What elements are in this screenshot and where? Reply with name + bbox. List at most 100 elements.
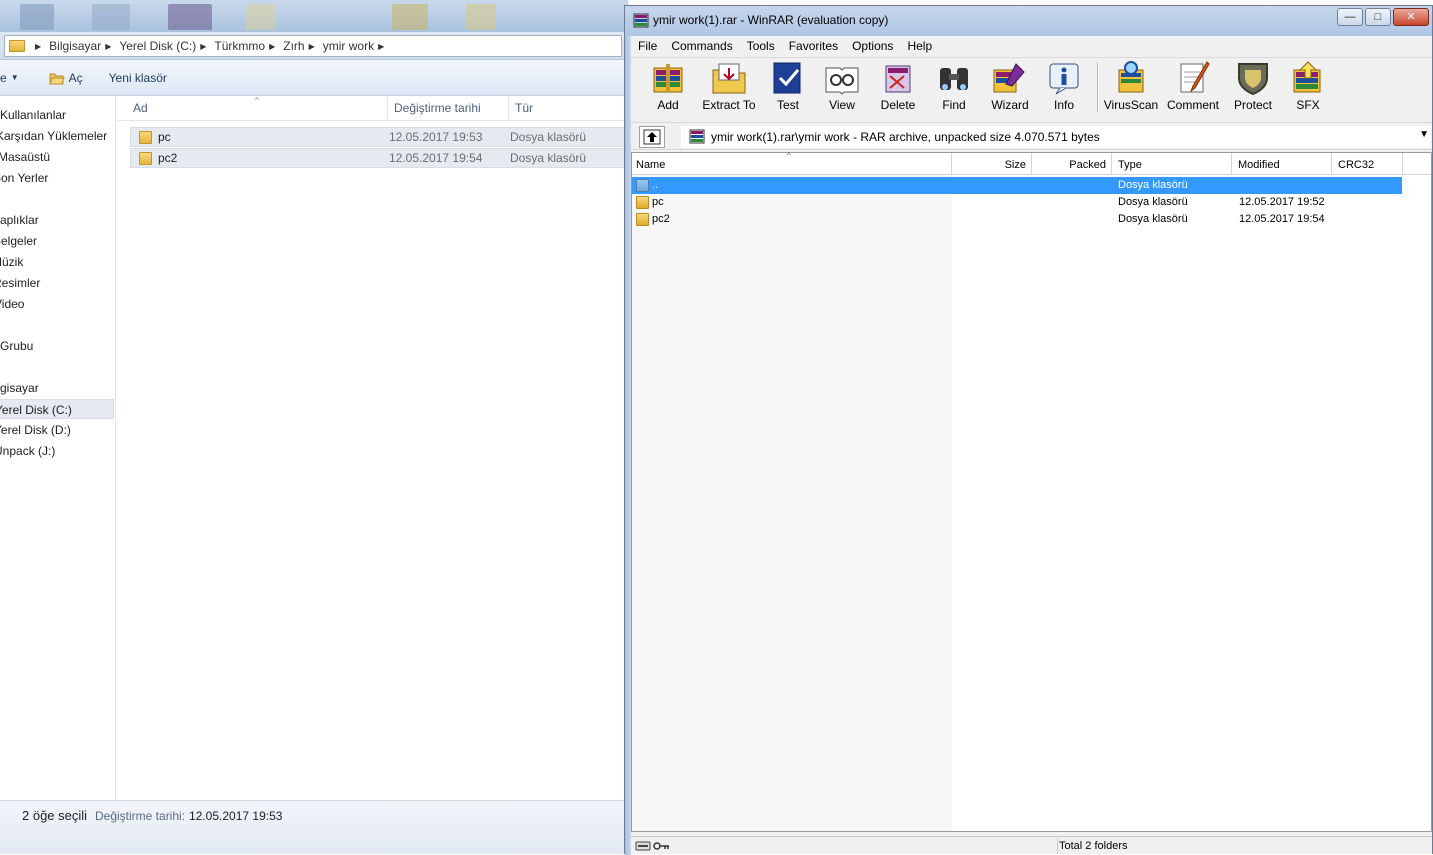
file-modified: 12.05.2017 19:53	[389, 130, 483, 144]
menu-commands[interactable]: Commands	[664, 39, 739, 53]
address-box[interactable]: ▶ Bilgisayar ▶ Yerel Disk (C:) ▶ Türkmmo ▶ …	[4, 35, 622, 57]
explorer-command-bar: e ▼ Aç Yeni klasör	[0, 60, 628, 96]
breadcrumb-item[interactable]: Türkmmo ▶	[214, 39, 283, 53]
rar-archive-icon	[689, 129, 705, 144]
archive-row-type: Dosya klasörü	[1118, 196, 1188, 208]
breadcrumb-item[interactable]: Yerel Disk (C:) ▶	[119, 39, 214, 53]
modified-value: 12.05.2017 19:53	[189, 809, 283, 823]
wizard-button[interactable]: Wizard	[985, 60, 1035, 116]
archive-row-parent[interactable]: .. Dosya klasörü	[632, 177, 1402, 194]
sfx-button[interactable]: SFX	[1287, 60, 1329, 116]
file-type: Dosya klasörü	[510, 151, 587, 165]
delete-icon	[885, 65, 911, 93]
protect-button[interactable]: Protect	[1229, 60, 1277, 116]
nav-item-documents[interactable]: Belgeler	[0, 231, 107, 251]
file-list: Ad ^ Değiştirme tarihi Tür pc 12.05.2017…	[117, 96, 628, 800]
comment-icon	[1180, 61, 1210, 93]
test-icon	[773, 62, 801, 94]
folder-icon	[139, 151, 152, 165]
breadcrumb-item[interactable]: Zırh ▶	[283, 39, 323, 53]
up-one-level-button[interactable]	[639, 126, 665, 148]
winrar-window: ymir work(1).rar - WinRAR (evaluation co…	[624, 5, 1433, 855]
file-type: Dosya klasörü	[510, 130, 587, 144]
menu-help[interactable]: Help	[900, 39, 939, 53]
archive-row-name: ..	[652, 179, 659, 191]
blurred-taskbar-icon	[466, 4, 496, 30]
extract-to-button[interactable]: Extract To	[699, 60, 759, 116]
archive-row-name: pc2	[652, 213, 670, 225]
archive-row[interactable]: pc2 Dosya klasörü 12.05.2017 19:54	[632, 211, 1402, 228]
chevron-right-icon[interactable]: ▶	[35, 42, 41, 51]
maximize-button[interactable]: □	[1365, 8, 1391, 26]
organize-button[interactable]: e ▼	[0, 71, 19, 85]
view-button[interactable]: View	[819, 60, 865, 116]
virusscan-button[interactable]: VirusScan	[1103, 60, 1159, 116]
open-button[interactable]: Aç	[48, 71, 83, 85]
archive-path-field[interactable]: ymir work(1).rar\ymir work - RAR archive…	[681, 126, 1431, 148]
nav-item-homegroup[interactable]: Grubu	[0, 336, 114, 356]
nav-item-local-disk-d[interactable]: Yerel Disk (D:)	[0, 420, 108, 440]
menu-options[interactable]: Options	[845, 39, 900, 53]
column-header-modified[interactable]: Değiştirme tarihi	[388, 96, 509, 121]
column-header-size[interactable]: Size	[952, 153, 1032, 175]
sort-arrow-icon: ^	[787, 151, 791, 160]
column-header-modified[interactable]: Modified	[1232, 153, 1332, 175]
path-bar: ymir work(1).rar\ymir work - RAR archive…	[631, 122, 1432, 150]
folder-icon	[9, 40, 25, 52]
modified-label: Değiştirme tarihi:	[95, 809, 186, 823]
nav-item-unpack-j[interactable]: Unpack (J:)	[0, 441, 108, 461]
name-column-background	[632, 175, 952, 831]
close-button[interactable]: ✕	[1393, 8, 1429, 26]
parent-folder-icon	[636, 179, 649, 192]
nav-item-favorites[interactable]: Kullanılanlar	[0, 105, 114, 125]
blurred-taskbar-icon	[92, 4, 130, 30]
nav-item-recent-places[interactable]: Son Yerler	[0, 168, 107, 188]
nav-item-video[interactable]: Video	[0, 294, 108, 314]
test-button[interactable]: Test	[765, 60, 811, 116]
info-button[interactable]: Info	[1041, 60, 1087, 116]
dropdown-arrow-icon[interactable]: ▼	[1419, 129, 1429, 140]
new-folder-button[interactable]: Yeni klasör	[109, 71, 167, 85]
archive-row[interactable]: pc Dosya klasörü 12.05.2017 19:52	[632, 194, 1402, 211]
folder-icon	[636, 213, 649, 226]
comment-button[interactable]: Comment	[1165, 60, 1221, 116]
add-button[interactable]: Add	[643, 60, 693, 116]
column-header-crc32[interactable]: CRC32	[1332, 153, 1403, 175]
nav-item-downloads[interactable]: Karşıdan Yüklemeler	[0, 126, 110, 146]
column-header-name[interactable]: Ad ^	[127, 96, 388, 121]
find-button[interactable]: Find	[931, 60, 977, 116]
winrar-logo-icon	[633, 13, 649, 28]
column-header-name[interactable]: Name ^	[632, 151, 952, 175]
chevron-right-icon: ▶	[308, 41, 315, 51]
blurred-taskbar-icon	[20, 4, 54, 30]
nav-item-desktop[interactable]: Masaüstü	[0, 147, 112, 167]
sfx-icon	[1293, 61, 1321, 93]
folder-icon	[139, 130, 152, 144]
sort-arrow-icon: ^	[255, 96, 259, 105]
open-folder-icon	[48, 73, 65, 84]
nav-item-music[interactable]: Müzik	[0, 252, 106, 272]
archive-file-list: Name ^ Size Packed Type Modified CRC32 .…	[631, 151, 1432, 832]
nav-item-local-disk-c[interactable]: Yerel Disk (C:)	[0, 399, 114, 419]
menu-favorites[interactable]: Favorites	[782, 39, 845, 53]
file-row[interactable]: pc 12.05.2017 19:53 Dosya klasörü	[130, 127, 628, 147]
delete-button[interactable]: Delete	[875, 60, 921, 116]
breadcrumb-item[interactable]: Bilgisayar ▶	[49, 39, 119, 53]
column-header-type[interactable]: Type	[1112, 153, 1232, 175]
menu-tools[interactable]: Tools	[740, 39, 782, 53]
find-icon	[940, 68, 968, 90]
winrar-title-bar[interactable]: ymir work(1).rar - WinRAR (evaluation co…	[625, 6, 1432, 36]
nav-item-libraries[interactable]: aplıklar	[0, 210, 114, 230]
column-header-type[interactable]: Tür	[509, 96, 628, 121]
breadcrumb-item[interactable]: ymir work ▶	[323, 39, 392, 53]
column-header-packed[interactable]: Packed	[1032, 153, 1112, 175]
nav-item-computer[interactable]: gisayar	[0, 378, 114, 398]
winrar-toolbar: Add Extract To Test View Delete Find Wiz…	[631, 57, 1432, 117]
menu-file[interactable]: File	[631, 39, 664, 53]
chevron-right-icon: ▶	[378, 41, 385, 51]
minimize-button[interactable]: —	[1337, 8, 1363, 26]
archive-path-text: ymir work(1).rar\ymir work - RAR archive…	[711, 130, 1100, 144]
status-bar: Total 2 folders	[631, 836, 1432, 854]
nav-item-pictures[interactable]: Resimler	[0, 273, 107, 293]
file-row[interactable]: pc2 12.05.2017 19:54 Dosya klasörü	[130, 148, 628, 168]
